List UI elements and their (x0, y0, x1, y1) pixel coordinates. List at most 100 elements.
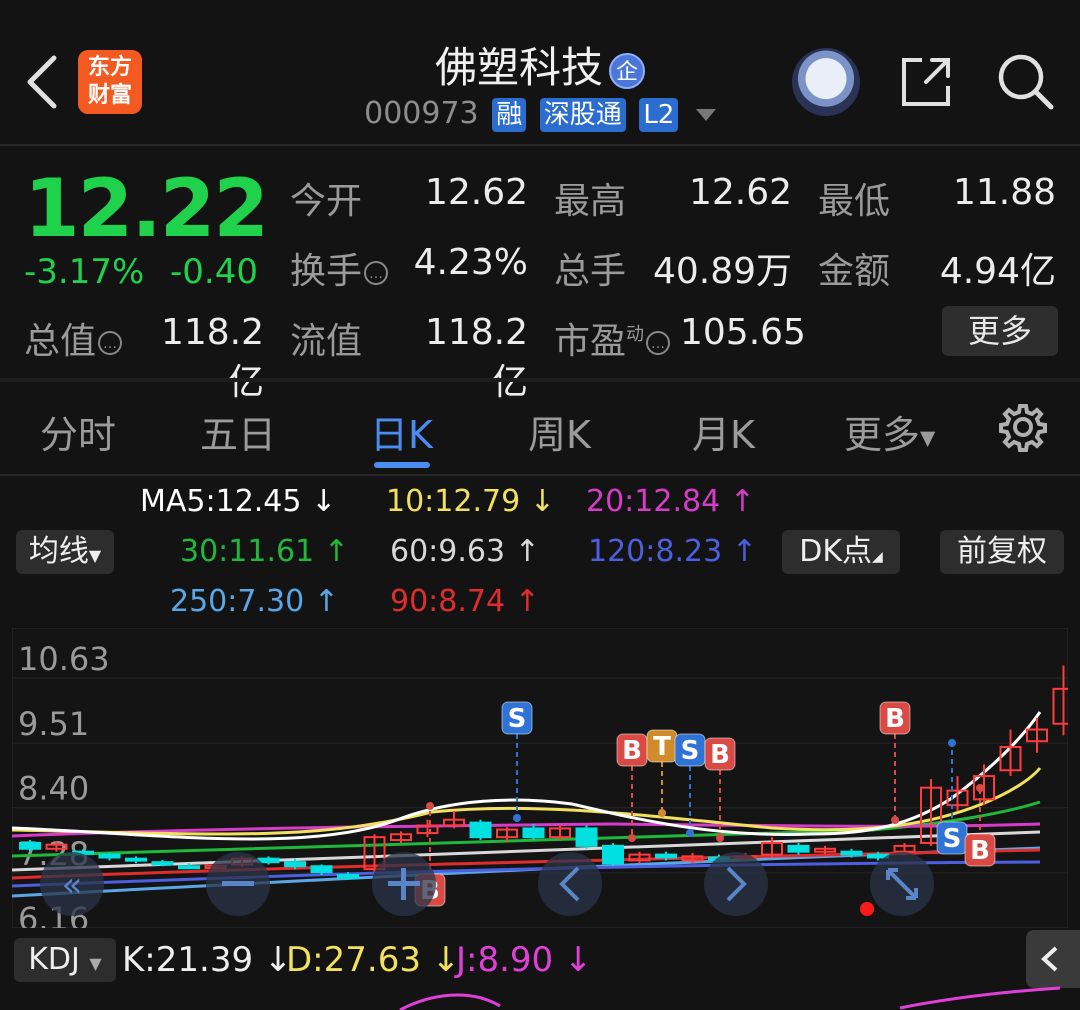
kdj-chart-preview (399, 986, 1061, 1010)
trade-mark-label: S (943, 824, 962, 854)
pe-value: 105.65 (680, 312, 806, 353)
scroll-left-button[interactable] (538, 852, 602, 916)
trade-mark-label: B (710, 740, 730, 770)
ma250-text: 250:7.30 (170, 584, 305, 619)
active-tab-indicator (374, 462, 430, 468)
stock-code: 000973 (364, 96, 479, 131)
trade-mark-label: B (885, 704, 905, 734)
kdj-d-value: D:27.63 ↓ (286, 940, 460, 980)
ma90-arrow: ↑ (514, 584, 540, 619)
share-icon[interactable] (896, 52, 956, 112)
fast-rewind-button[interactable]: « (40, 852, 104, 916)
trade-mark-dot (628, 834, 636, 842)
candle-body (337, 873, 359, 879)
ma10-text: 10:12.79 (386, 484, 521, 519)
ma5-arrow: ↓ (311, 484, 337, 519)
ma5-text: MA5:12.45 (140, 484, 302, 519)
fullscreen-button[interactable] (870, 852, 934, 916)
candle-body (469, 821, 492, 839)
candle-body (840, 850, 863, 856)
caret-down-icon: ▼ (89, 954, 102, 973)
tab-intraday[interactable]: 分时 (40, 404, 116, 459)
stock-name: 佛塑科技 (434, 43, 603, 92)
float-cap-value: 118.2亿 (424, 312, 528, 403)
trade-mark-dot (716, 834, 724, 842)
ma60-arrow: ↑ (514, 534, 540, 569)
candle-body (19, 841, 41, 850)
candle-body (125, 857, 147, 862)
robot-avatar-icon[interactable] (792, 48, 860, 116)
tab-more-label: 更多 (844, 413, 921, 457)
chevron-left-icon (1041, 946, 1058, 972)
candle-body (178, 865, 200, 870)
trade-mark-dot (513, 814, 521, 822)
ma250-legend: 250:7.30 ↑ (170, 584, 339, 619)
candle-body (98, 853, 121, 859)
tab-five-day[interactable]: 五日 (200, 404, 276, 459)
fast-rewind-icon: « (62, 865, 83, 905)
trade-mark-label: S (508, 704, 527, 734)
candle-body (284, 861, 306, 868)
trade-mark-dot (891, 816, 899, 824)
tab-monthly-k[interactable]: 月K (692, 404, 755, 459)
last-price: 12.22 (24, 162, 269, 255)
more-button[interactable]: 更多 (942, 306, 1058, 356)
tab-daily-k[interactable]: 日K (370, 404, 433, 459)
ma-select[interactable]: 均线▼ (16, 530, 114, 574)
zoom-out-button[interactable] (206, 852, 270, 916)
volume-label: 总手 (554, 251, 627, 292)
zoom-in-button[interactable] (372, 852, 436, 916)
ma120-arrow: ↑ (731, 534, 757, 569)
pe-superscript: 动 (626, 324, 645, 345)
info-icon: … (646, 331, 671, 355)
kdj-j-value: J:8.90 ↓ (456, 940, 593, 980)
adjust-button[interactable]: 前复权 (940, 530, 1064, 574)
candle-body (602, 844, 624, 865)
kdj-select[interactable]: KDJ ▼ (14, 938, 116, 982)
ma90-legend: 90:8.74 ↑ (390, 584, 540, 619)
minus-icon (222, 881, 254, 886)
candle-body (310, 865, 333, 874)
trade-mark-dot (948, 739, 956, 747)
ma5-legend: MA5:12.45 ↓ (140, 484, 336, 519)
market-cap-label[interactable]: 总值… (24, 312, 123, 364)
ma60-legend: 60:9.63 ↑ (390, 534, 540, 569)
kline-chart[interactable]: 10.639.518.407.286.16 SBTSBBBSB « (12, 628, 1068, 928)
trade-mark-label: S (681, 736, 700, 766)
low-label: 最低 (818, 181, 891, 222)
open-label: 今开 (290, 181, 363, 222)
search-icon[interactable] (994, 50, 1056, 112)
high-value: 12.62 (688, 172, 792, 213)
pe-label[interactable]: 市盈动… (554, 312, 671, 364)
ma10-legend: 10:12.79 ↓ (386, 484, 555, 519)
ma20-legend: 20:12.84 ↑ (586, 484, 755, 519)
trade-mark-dot (658, 809, 666, 817)
collapse-panel-button[interactable] (1026, 930, 1080, 988)
quote-divider (0, 378, 1080, 382)
tab-weekly-k[interactable]: 周K (528, 404, 591, 459)
trade-mark-dot (976, 784, 984, 792)
scroll-right-button[interactable] (704, 852, 768, 916)
change-percent: -3.17% (24, 252, 145, 292)
gear-icon[interactable] (998, 402, 1048, 452)
tab-more[interactable]: 更多▼ (844, 404, 935, 459)
kdj-j-line (399, 993, 501, 1010)
market-cap-label-text: 总值 (24, 321, 97, 362)
candle-body (257, 857, 280, 864)
dk-point-button[interactable]: DK点◢ (782, 530, 900, 574)
y-tick-label: 9.51 (18, 705, 89, 743)
trade-mark-dot (426, 802, 434, 810)
info-icon: … (364, 261, 389, 285)
header-divider (0, 144, 1080, 146)
turnover-label[interactable]: 换手… (290, 242, 389, 294)
candle-body (575, 827, 598, 847)
ma30-legend: 30:11.61 ↑ (180, 534, 349, 569)
margin-tag: 融 (492, 97, 527, 132)
trade-mark-label: T (653, 732, 671, 762)
chevron-down-icon (695, 108, 716, 121)
ma90-text: 90:8.74 (390, 584, 506, 619)
signal-dot (860, 902, 874, 916)
volume-value: 40.89万 (652, 251, 792, 292)
candle-body (787, 844, 810, 853)
pe-label-text: 市盈 (554, 321, 627, 362)
